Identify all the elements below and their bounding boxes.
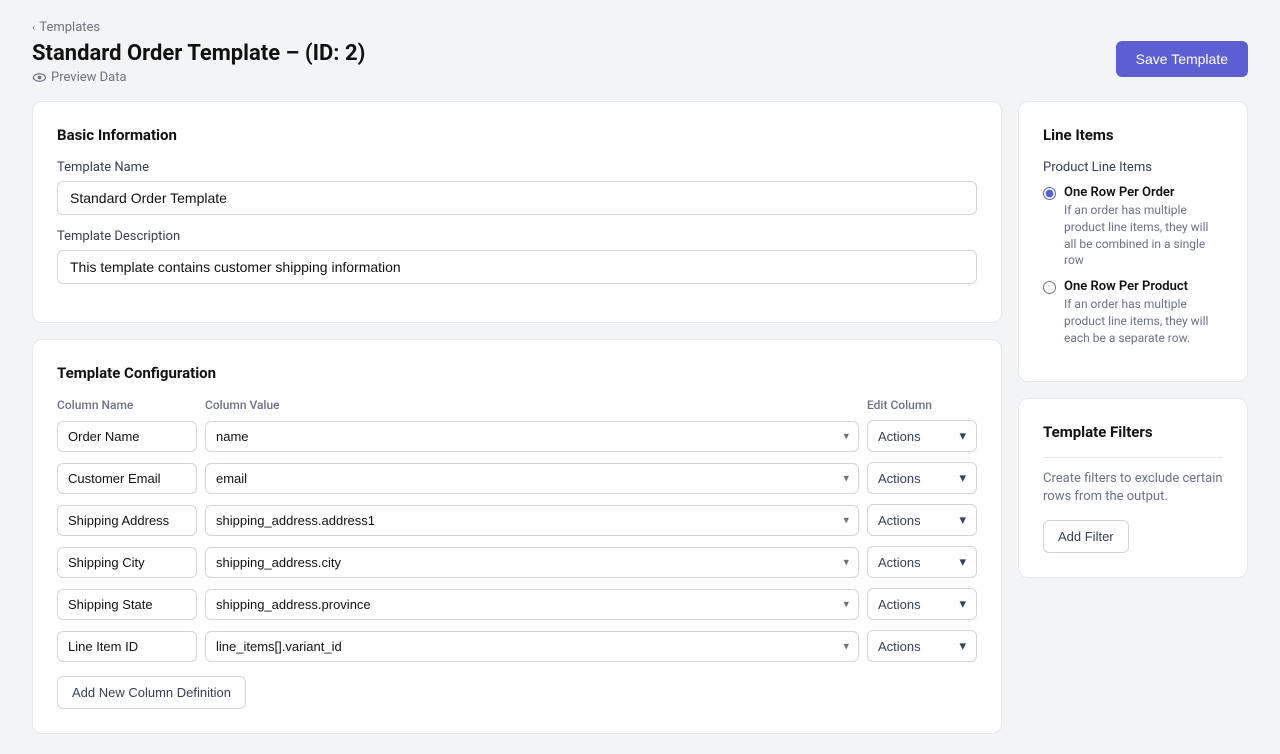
filters-card: Template Filters Create filters to exclu…: [1018, 398, 1248, 578]
actions-button[interactable]: Actions ▾: [867, 630, 977, 662]
actions-chevron-icon: ▾: [959, 638, 966, 654]
radio-item-one-row-per-product: One Row Per Product If an order has mult…: [1043, 279, 1223, 346]
radio-one-row-per-order-desc: If an order has multiple product line it…: [1064, 202, 1223, 269]
col-value-select[interactable]: name: [205, 421, 859, 452]
config-card: Template Configuration Column Name Colum…: [32, 339, 1002, 734]
basic-info-card: Basic Information Template Name Template…: [32, 101, 1002, 323]
actions-label: Actions: [878, 555, 921, 570]
radio-one-row-per-product-label: One Row Per Product: [1064, 279, 1223, 294]
table-row: name Actions ▾: [57, 420, 977, 452]
col-name-input[interactable]: [57, 547, 197, 578]
radio-one-row-per-product[interactable]: [1043, 281, 1056, 294]
radio-one-row-per-product-text: One Row Per Product If an order has mult…: [1064, 279, 1223, 346]
filters-divider: [1043, 457, 1223, 458]
breadcrumb: ‹ Templates: [32, 20, 1248, 35]
table-row: line_items[].variant_id Actions ▾: [57, 630, 977, 662]
breadcrumb-templates-link[interactable]: Templates: [39, 20, 100, 35]
col-value-select-wrapper: shipping_address.city: [205, 547, 859, 578]
breadcrumb-chevron: ‹: [32, 21, 35, 34]
col-value-select-wrapper: shipping_address.province: [205, 589, 859, 620]
table-row: shipping_address.province Actions ▾: [57, 588, 977, 620]
actions-button[interactable]: Actions ▾: [867, 462, 977, 494]
col-name-input[interactable]: [57, 631, 197, 662]
template-name-label: Template Name: [57, 160, 977, 175]
actions-button[interactable]: Actions ▾: [867, 546, 977, 578]
col-header-name: Column Name: [57, 398, 197, 412]
actions-label: Actions: [878, 513, 921, 528]
col-value-select[interactable]: shipping_address.address1: [205, 505, 859, 536]
col-value-select[interactable]: shipping_address.city: [205, 547, 859, 578]
table-row: shipping_address.address1 Actions ▾: [57, 504, 977, 536]
page-header: Standard Order Template – (ID: 2) Previe…: [32, 41, 1248, 85]
add-filter-button[interactable]: Add Filter: [1043, 520, 1129, 553]
radio-one-row-per-order-label: One Row Per Order: [1064, 185, 1223, 200]
content-area: Basic Information Template Name Template…: [32, 101, 1248, 734]
actions-chevron-icon: ▾: [959, 554, 966, 570]
radio-one-row-per-order[interactable]: [1043, 187, 1056, 200]
eye-icon: [32, 70, 47, 85]
right-column: Line Items Product Line Items One Row Pe…: [1018, 101, 1248, 578]
template-desc-group: Template Description: [57, 229, 977, 284]
col-value-select-wrapper: line_items[].variant_id: [205, 631, 859, 662]
preview-data-label: Preview Data: [51, 70, 127, 85]
col-value-select-wrapper: email: [205, 463, 859, 494]
actions-label: Actions: [878, 639, 921, 654]
filters-title: Template Filters: [1043, 423, 1223, 441]
actions-label: Actions: [878, 471, 921, 486]
product-line-items-label: Product Line Items: [1043, 160, 1223, 175]
col-name-input[interactable]: [57, 421, 197, 452]
col-header-edit: Edit Column: [867, 398, 977, 412]
actions-chevron-icon: ▾: [959, 512, 966, 528]
col-name-input[interactable]: [57, 505, 197, 536]
radio-one-row-per-order-text: One Row Per Order If an order has multip…: [1064, 185, 1223, 269]
actions-label: Actions: [878, 429, 921, 444]
col-value-select-wrapper: shipping_address.address1: [205, 505, 859, 536]
actions-chevron-icon: ▾: [959, 470, 966, 486]
col-name-input[interactable]: [57, 589, 197, 620]
col-headers: Column Name Column Value Edit Column: [57, 398, 977, 420]
template-desc-input[interactable]: [57, 250, 977, 284]
col-value-select[interactable]: email: [205, 463, 859, 494]
line-items-card: Line Items Product Line Items One Row Pe…: [1018, 101, 1248, 382]
actions-button[interactable]: Actions ▾: [867, 420, 977, 452]
radio-item-one-row-per-order: One Row Per Order If an order has multip…: [1043, 185, 1223, 269]
config-title: Template Configuration: [57, 364, 977, 382]
actions-label: Actions: [878, 597, 921, 612]
actions-button[interactable]: Actions ▾: [867, 504, 977, 536]
page-title-area: Standard Order Template – (ID: 2) Previe…: [32, 41, 365, 85]
basic-info-title: Basic Information: [57, 126, 977, 144]
col-value-select[interactable]: line_items[].variant_id: [205, 631, 859, 662]
template-desc-label: Template Description: [57, 229, 977, 244]
filter-description: Create filters to exclude certain rows f…: [1043, 470, 1223, 506]
table-row: email Actions ▾: [57, 462, 977, 494]
col-name-input[interactable]: [57, 463, 197, 494]
template-name-group: Template Name: [57, 160, 977, 215]
left-column: Basic Information Template Name Template…: [32, 101, 1002, 734]
template-name-input[interactable]: [57, 181, 977, 215]
add-column-button[interactable]: Add New Column Definition: [57, 676, 246, 709]
actions-chevron-icon: ▾: [959, 428, 966, 444]
line-items-title: Line Items: [1043, 126, 1223, 144]
actions-button[interactable]: Actions ▾: [867, 588, 977, 620]
radio-one-row-per-product-desc: If an order has multiple product line it…: [1064, 296, 1223, 346]
preview-data-link[interactable]: Preview Data: [32, 70, 365, 85]
col-header-value: Column Value: [205, 398, 859, 412]
save-template-button[interactable]: Save Template: [1116, 41, 1248, 77]
col-value-select[interactable]: shipping_address.province: [205, 589, 859, 620]
radio-group: One Row Per Order If an order has multip…: [1043, 185, 1223, 347]
page: ‹ Templates Standard Order Template – (I…: [0, 0, 1280, 754]
actions-chevron-icon: ▾: [959, 596, 966, 612]
table-row: shipping_address.city Actions ▾: [57, 546, 977, 578]
col-value-select-wrapper: name: [205, 421, 859, 452]
page-title: Standard Order Template – (ID: 2): [32, 41, 365, 66]
